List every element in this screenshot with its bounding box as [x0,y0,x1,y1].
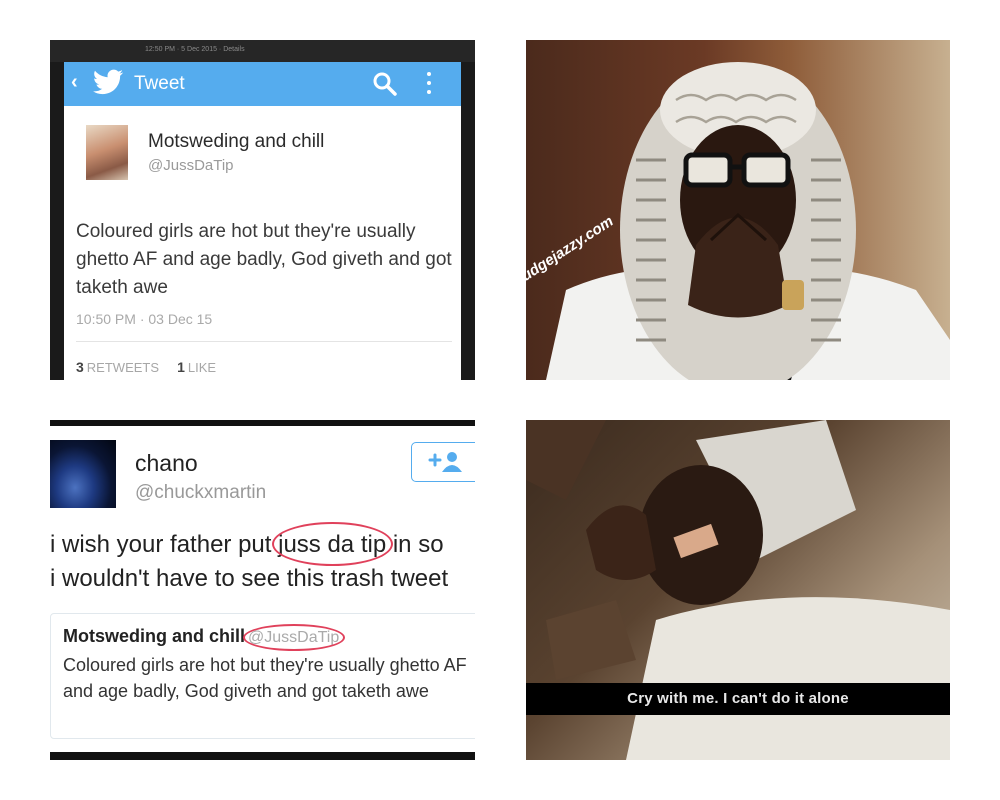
follow-button[interactable] [411,442,475,482]
quoted-author: Motsweding and chill @JussDaTip [63,624,346,651]
display-name[interactable]: chano [135,450,198,477]
retweets-stat[interactable]: 3 RETWEETS [76,359,159,375]
display-name[interactable]: Motsweding and chill [148,131,324,153]
subtitle: Cry with me. I can't do it alone [627,690,849,707]
reply-tweet-panel: chano @chuckxmartin i wish your father p… [50,420,475,760]
tweet-stats: 3 RETWEETS 1 LIKE [76,359,216,375]
user-handle[interactable]: @JussDaTip [148,157,234,174]
top-border [50,420,475,426]
avatar[interactable] [50,440,116,508]
tweet-text: Coloured girls are hot but they're usual… [76,221,452,298]
quoted-tweet[interactable]: Motsweding and chill @JussDaTip Coloured … [50,613,475,739]
highlighted-phrase: juss da tip [272,522,394,566]
crying-photo-panel: Cry with me. I can't do it alone [526,420,950,760]
status-bar-text: 12:50 PM · 5 Dec 2015 · Details [145,46,245,53]
back-button[interactable]: ‹ [71,71,78,94]
quoted-handle: @JussDaTip [243,624,346,651]
tweet-screenshot-panel: 12:50 PM · 5 Dec 2015 · Details ‹ Tweet … [50,40,475,380]
twitter-bird-icon [93,69,124,95]
more-vert-icon[interactable] [427,72,433,99]
avatar[interactable] [86,125,128,180]
likes-stat[interactable]: 1 LIKE [177,359,216,375]
app-title: Tweet [134,73,185,94]
user-handle[interactable]: @chuckxmartin [135,482,266,504]
tweet-timestamp: 10:50 PM · 03 Dec 15 [76,311,213,327]
judge-photo [546,62,950,380]
app-bar: ‹ Tweet [64,62,461,106]
bottom-border [50,752,475,760]
search-icon[interactable] [372,71,398,97]
follow-user-icon [428,452,462,472]
judge-photo-panel: judgejazzy.com [526,40,950,380]
reply-text: i wish your father put juss da tip in so… [50,522,475,596]
quoted-text: Coloured girls are hot but they're usual… [63,655,467,701]
tweet-screen: ‹ Tweet Motsweding and chill @JussDaTip … [64,62,461,380]
status-bar: 12:50 PM · 5 Dec 2015 · Details [50,40,475,62]
divider [76,341,452,342]
